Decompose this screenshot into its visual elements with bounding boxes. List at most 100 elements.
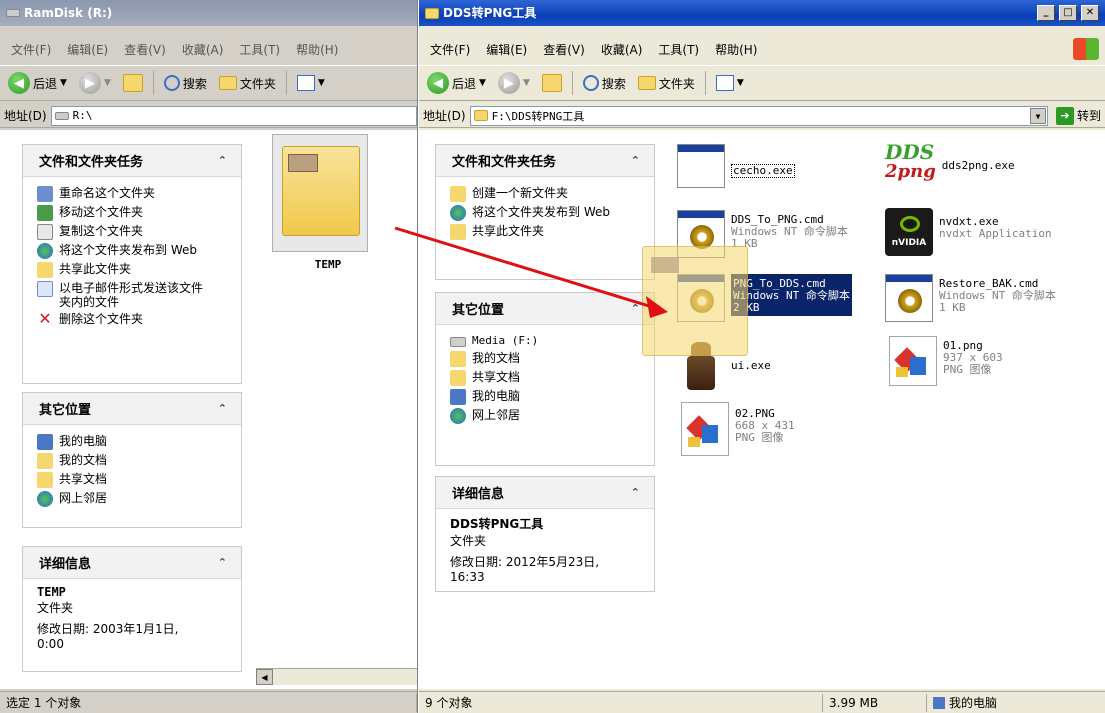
details-header[interactable]: 详细信息 ⌃ xyxy=(436,477,654,509)
details-header[interactable]: 详细信息 ⌃ xyxy=(23,547,241,579)
collapse-chevron-icon[interactable]: ⌃ xyxy=(631,486,640,499)
file-tasks-panel: 文件和文件夹任务 ⌃ 重命名这个文件夹 移动这个文件夹 复制这个文件夹 将这个文… xyxy=(22,144,242,384)
menu-view[interactable]: 查看(V) xyxy=(536,39,592,60)
place-label: Media (F:) xyxy=(472,334,539,347)
address-dropdown-icon[interactable]: ▼ xyxy=(1029,107,1046,124)
menu-file[interactable]: 文件(F) xyxy=(4,39,58,60)
file-tasks-header[interactable]: 文件和文件夹任务 ⌃ xyxy=(23,145,241,177)
png-logo-text: 2png xyxy=(885,161,936,182)
task-move-folder[interactable]: 移动这个文件夹 xyxy=(37,205,231,221)
views-button[interactable]: ▼ xyxy=(293,73,329,93)
collapse-chevron-icon[interactable]: ⌃ xyxy=(218,154,227,167)
share-folder-icon xyxy=(450,224,466,240)
folder-icon xyxy=(218,76,237,90)
menu-help[interactable]: 帮助(H) xyxy=(289,39,345,60)
cmd-script-icon xyxy=(885,274,933,322)
file-02-png[interactable]: 02.PNG 668 x 431 PNG 图像 xyxy=(681,402,795,456)
collapse-chevron-icon[interactable]: ⌃ xyxy=(218,556,227,569)
place-network[interactable]: 网上邻居 xyxy=(37,491,231,507)
task-copy-folder[interactable]: 复制这个文件夹 xyxy=(37,224,231,240)
maximize-button[interactable]: □ xyxy=(1059,5,1077,21)
place-shared-documents[interactable]: 共享文档 xyxy=(450,370,644,386)
menu-help[interactable]: 帮助(H) xyxy=(708,39,764,60)
task-share-folder[interactable]: 共享此文件夹 xyxy=(450,224,644,240)
other-places-title: 其它位置 xyxy=(39,403,92,418)
file-tasks-title: 文件和文件夹任务 xyxy=(452,155,557,170)
menu-edit[interactable]: 编辑(E) xyxy=(60,39,115,60)
task-delete-folder[interactable]: ✕ 删除这个文件夹 xyxy=(37,311,231,328)
file-tasks-list: 创建一个新文件夹 将这个文件夹发布到 Web 共享此文件夹 xyxy=(436,177,654,251)
other-places-header[interactable]: 其它位置 ⌃ xyxy=(23,393,241,425)
views-button[interactable]: ▼ xyxy=(712,73,748,93)
file-dds2png-exe[interactable]: DDS 2png dds2png.exe xyxy=(885,142,1015,192)
dds2png-logo-icon: DDS 2png xyxy=(885,142,936,192)
right-status-bar: 9 个对象 3.99 MB 我的电脑 xyxy=(419,691,1105,713)
search-button[interactable]: 搜索 xyxy=(579,73,630,94)
place-my-computer[interactable]: 我的电脑 xyxy=(37,434,231,450)
place-my-documents[interactable]: 我的文档 xyxy=(450,351,644,367)
menu-favorites[interactable]: 收藏(A) xyxy=(594,39,650,60)
file-restore-bak-cmd[interactable]: Restore_BAK.cmd Windows NT 命令脚本 1 KB xyxy=(885,274,1056,322)
forward-button[interactable]: ▶ ▼ xyxy=(494,70,534,96)
chevron-down-icon: ▼ xyxy=(522,78,530,88)
search-button[interactable]: 搜索 xyxy=(160,73,211,94)
file-tasks-title: 文件和文件夹任务 xyxy=(39,155,144,170)
file-01-png[interactable]: 01.png 937 x 603 PNG 图像 xyxy=(889,336,1003,386)
up-folder-button[interactable] xyxy=(538,72,566,94)
left-address-bar: 地址(D) R:\ xyxy=(0,104,417,128)
other-places-list: 我的电脑 我的文档 共享文档 网上邻居 xyxy=(23,425,241,518)
scroll-left-arrow-icon[interactable]: ◀ xyxy=(256,669,273,685)
task-label: 将这个文件夹发布到 Web xyxy=(472,205,610,219)
horizontal-scrollbar[interactable]: ◀ xyxy=(256,668,417,685)
share-folder-icon xyxy=(37,262,53,278)
menu-edit[interactable]: 编辑(E) xyxy=(479,39,534,60)
place-media-drive[interactable]: Media (F:) xyxy=(450,334,644,348)
address-input[interactable]: R:\ xyxy=(50,105,417,126)
back-button[interactable]: ◀ 后退 ▼ xyxy=(423,70,490,96)
task-rename-folder[interactable]: 重命名这个文件夹 xyxy=(37,186,231,202)
search-label: 搜索 xyxy=(182,76,207,91)
task-label: 将这个文件夹发布到 Web xyxy=(59,243,197,257)
forward-button[interactable]: ▶ ▼ xyxy=(75,70,115,96)
file-nvdxt-exe[interactable]: nVIDIA nvdxt.exe nvdxt Application xyxy=(885,208,1052,256)
place-shared-documents[interactable]: 共享文档 xyxy=(37,472,231,488)
nvidia-icon: nVIDIA xyxy=(885,208,933,256)
temp-folder-item[interactable]: TEMP xyxy=(272,134,392,274)
status-total-size: 3.99 MB xyxy=(823,693,927,712)
go-arrow-icon: ➔ xyxy=(1055,106,1074,125)
views-icon xyxy=(715,75,734,91)
task-publish-web[interactable]: 将这个文件夹发布到 Web xyxy=(37,243,231,259)
place-my-documents[interactable]: 我的文档 xyxy=(37,453,231,469)
place-my-computer[interactable]: 我的电脑 xyxy=(450,389,644,405)
task-email-files[interactable]: 以电子邮件形式发送该文件夹内的文件 xyxy=(37,281,231,309)
file-tasks-header[interactable]: 文件和文件夹任务 ⌃ xyxy=(436,145,654,177)
task-new-folder[interactable]: 创建一个新文件夹 xyxy=(450,186,644,202)
back-button[interactable]: ◀ 后退 ▼ xyxy=(4,70,71,96)
minimize-button[interactable]: _ xyxy=(1037,5,1055,21)
task-label: 重命名这个文件夹 xyxy=(59,186,156,200)
task-publish-web[interactable]: 将这个文件夹发布到 Web xyxy=(450,205,644,221)
details-name: DDS转PNG工具 xyxy=(450,517,544,531)
menu-tools[interactable]: 工具(T) xyxy=(651,39,706,60)
other-places-header[interactable]: 其它位置 ⌃ xyxy=(436,293,654,325)
collapse-chevron-icon[interactable]: ⌃ xyxy=(631,302,640,315)
left-title-bar[interactable]: RamDisk (R:) xyxy=(0,0,417,26)
left-status-bar: 选定 1 个对象 xyxy=(0,691,417,713)
menu-view[interactable]: 查看(V) xyxy=(117,39,173,60)
right-title-bar[interactable]: DDS转PNG工具 _ □ ✕ xyxy=(419,0,1105,26)
collapse-chevron-icon[interactable]: ⌃ xyxy=(218,402,227,415)
address-input[interactable]: F:\DDS转PNG工具 ▼ xyxy=(469,105,1048,126)
go-button[interactable]: ➔ 转到 xyxy=(1052,105,1105,127)
folders-button[interactable]: 文件夹 xyxy=(215,73,280,94)
menu-tools[interactable]: 工具(T) xyxy=(232,39,287,60)
folders-button[interactable]: 文件夹 xyxy=(634,73,699,94)
file-cecho-exe[interactable]: cecho.exe xyxy=(677,144,795,188)
file-tasks-list: 重命名这个文件夹 移动这个文件夹 复制这个文件夹 将这个文件夹发布到 Web 共… xyxy=(23,177,241,339)
collapse-chevron-icon[interactable]: ⌃ xyxy=(631,154,640,167)
close-button[interactable]: ✕ xyxy=(1081,5,1099,21)
menu-favorites[interactable]: 收藏(A) xyxy=(175,39,231,60)
menu-file[interactable]: 文件(F) xyxy=(423,39,477,60)
task-share-folder[interactable]: 共享此文件夹 xyxy=(37,262,231,278)
up-folder-button[interactable] xyxy=(119,72,147,94)
place-network[interactable]: 网上邻居 xyxy=(450,408,644,424)
